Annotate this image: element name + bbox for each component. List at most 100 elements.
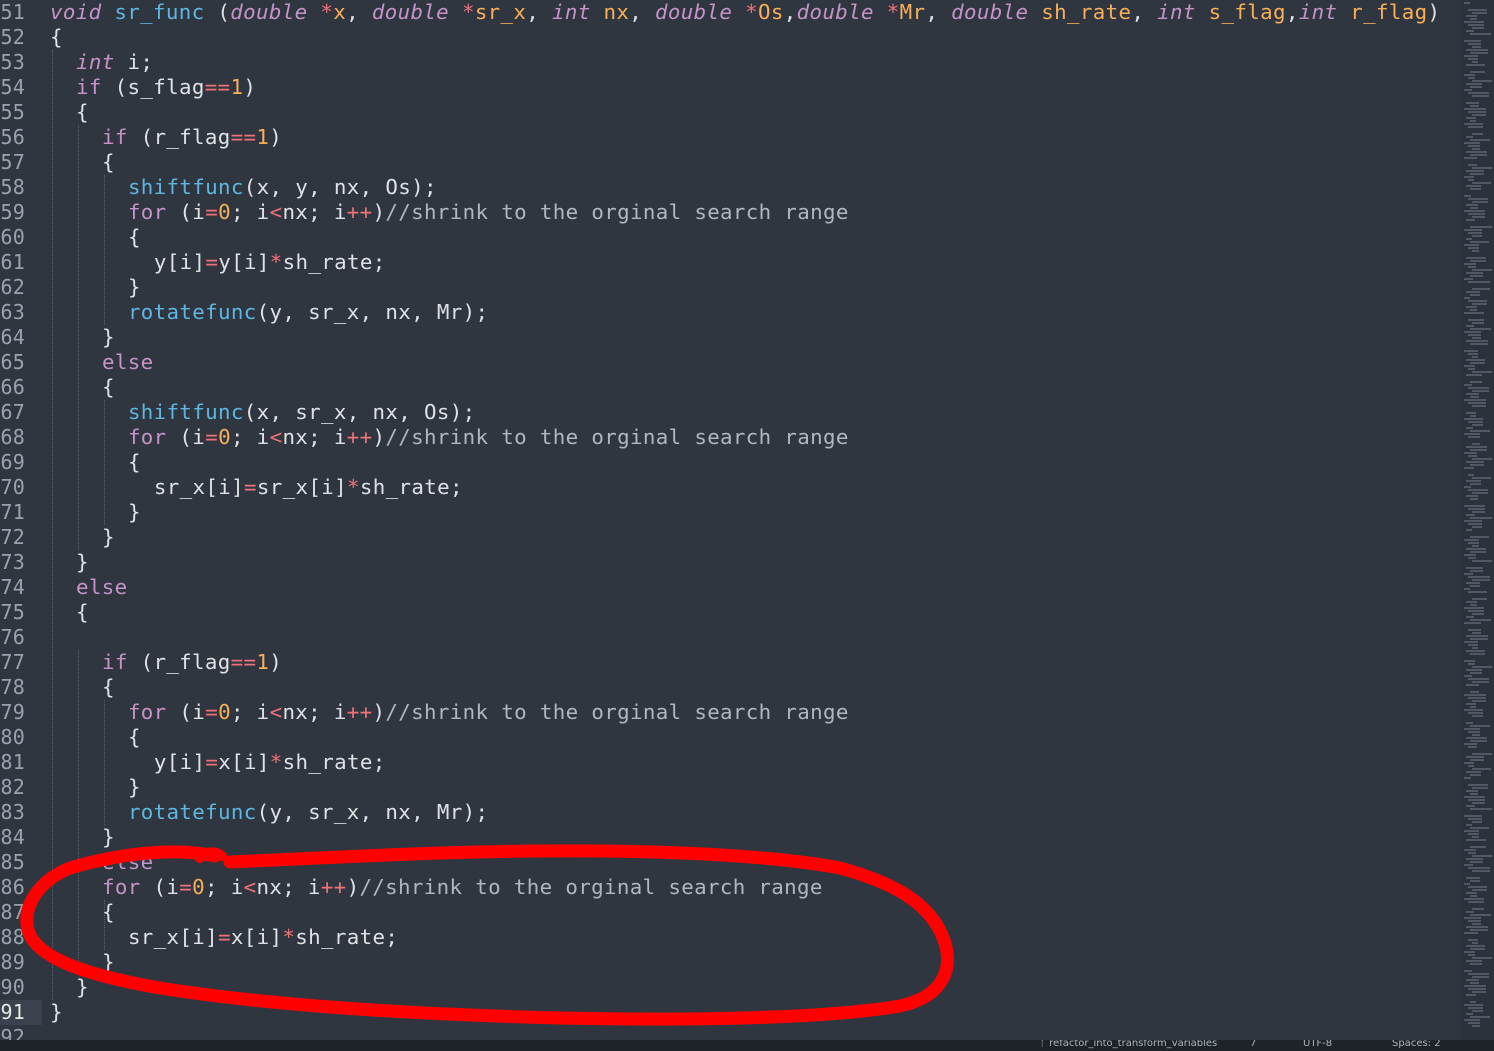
code-line[interactable]: { — [102, 375, 115, 400]
minimap-line — [1472, 753, 1492, 755]
line-number: 77 — [0, 650, 25, 674]
code-token: int — [75, 50, 115, 74]
code-line[interactable]: rotatefunc(y, sr_x, nx, Mr); — [128, 800, 488, 825]
code-line[interactable]: else — [76, 575, 127, 600]
code-token: (s_flag — [101, 75, 205, 99]
code-line[interactable]: } — [128, 500, 141, 525]
code-token: for — [127, 200, 167, 224]
code-line[interactable]: } — [102, 325, 115, 350]
code-token: (i — [166, 425, 206, 449]
code-line[interactable]: if (r_flag==1) — [102, 650, 282, 675]
minimap-line — [1464, 176, 1474, 178]
code-token: sh_rate; — [282, 750, 386, 774]
code-line[interactable]: if (r_flag==1) — [102, 125, 282, 150]
encoding-indicator[interactable]: UTF-8 — [1303, 1040, 1332, 1049]
minimap-line — [1470, 33, 1491, 35]
minimap-line — [1468, 920, 1481, 922]
code-line[interactable]: } — [102, 950, 115, 975]
minimap-line — [1468, 58, 1478, 60]
code-line[interactable]: shiftfunc(x, sr_x, nx, Os); — [128, 400, 476, 425]
code-token: = — [205, 700, 219, 724]
code-line[interactable]: { — [128, 225, 141, 250]
minimap-line — [1466, 582, 1480, 584]
code-token: } — [75, 975, 89, 999]
code-token: int — [1157, 0, 1196, 24]
code-line[interactable]: } — [76, 975, 89, 1000]
minimap-line — [1470, 226, 1492, 228]
minimap-line — [1472, 303, 1487, 305]
git-branch-label[interactable]: ᚴ refactor_into_transform_variables — [1040, 1040, 1217, 1049]
code-line[interactable]: } — [128, 775, 141, 800]
code-line[interactable]: sr_x[i]=x[i]*sh_rate; — [128, 925, 398, 950]
minimap-line — [1464, 539, 1479, 541]
code-token: * — [347, 475, 360, 499]
code-line[interactable]: for (i=0; i<nx; i++)//shrink to the orgi… — [128, 200, 849, 225]
code-token: sr_x[i] — [256, 475, 347, 499]
indentation-indicator[interactable]: Spaces: 2 — [1392, 1040, 1441, 1049]
minimap-line — [1470, 672, 1482, 674]
code-line[interactable]: if (s_flag==1) — [76, 75, 256, 100]
code-line[interactable]: } — [102, 525, 115, 550]
code-line[interactable]: for (i=0; i<nx; i++)//shrink to the orgi… — [128, 700, 849, 725]
minimap-line — [1466, 393, 1479, 395]
minimap-line — [1466, 185, 1481, 187]
line-number: 82 — [0, 775, 25, 799]
minimap-line — [1466, 272, 1483, 274]
line-number: 56 — [0, 125, 25, 149]
minimap-line — [1464, 1019, 1480, 1021]
code-line[interactable]: { — [128, 450, 141, 475]
line-number: 86 — [0, 875, 25, 899]
line-number: 63 — [0, 300, 25, 324]
code-line[interactable]: { — [76, 600, 89, 625]
code-line[interactable]: } — [102, 825, 115, 850]
minimap-line — [1472, 579, 1490, 581]
code-token: { — [75, 600, 89, 624]
code-line[interactable]: { — [102, 675, 115, 700]
code-line[interactable]: { — [76, 100, 89, 125]
minimap-line — [1464, 157, 1477, 159]
code-token: //shrink to the orginal search range — [385, 700, 849, 724]
code-line[interactable]: for (i=0; i<nx; i++)//shrink to the orgi… — [102, 875, 823, 900]
code-line[interactable]: { — [102, 150, 115, 175]
minimap-line — [1466, 446, 1487, 448]
minimap[interactable] — [1462, 0, 1494, 1040]
minimap-line — [1472, 250, 1479, 252]
code-line[interactable]: shiftfunc(x, y, nx, Os); — [128, 175, 437, 200]
code-line[interactable]: rotatefunc(y, sr_x, nx, Mr); — [128, 300, 488, 325]
code-line[interactable]: int i; — [76, 50, 153, 75]
code-editor[interactable]: 51 52 53 54 55 56 57 58 59 60 61 62 63 64 65 66 67 68 69 70… — [0, 0, 1494, 1040]
minimap-line — [1466, 257, 1486, 259]
code-line[interactable]: y[i]=x[i]*sh_rate; — [154, 750, 386, 775]
code-token: * — [461, 0, 475, 24]
minimap-line — [1472, 443, 1480, 445]
minimap-line — [1466, 427, 1473, 429]
minimap-line — [1464, 108, 1486, 110]
code-area[interactable]: void sr_func (double *x, double *sr_x, i… — [50, 0, 1462, 1040]
minimap-line — [1464, 40, 1481, 42]
code-line[interactable]: y[i]=y[i]*sh_rate; — [154, 250, 386, 275]
code-line[interactable]: } — [76, 550, 89, 575]
code-line[interactable]: { — [128, 725, 141, 750]
code-line[interactable]: } — [128, 275, 141, 300]
code-line[interactable]: { — [50, 25, 63, 50]
code-line[interactable]: sr_x[i]=sr_x[i]*sh_rate; — [154, 475, 463, 500]
code-token: == — [230, 650, 257, 674]
minimap-line — [1470, 880, 1480, 882]
minimap-line — [1464, 694, 1486, 696]
code-line[interactable]: } — [50, 1000, 63, 1025]
minimap-line — [1472, 148, 1480, 150]
code-token: (i — [166, 200, 206, 224]
minimap-line — [1472, 787, 1488, 789]
minimap-line — [1472, 768, 1491, 770]
code-line[interactable]: for (i=0; i<nx; i++)//shrink to the orgi… — [128, 425, 849, 450]
code-token: ; i — [230, 425, 270, 449]
minimap-line — [1470, 1001, 1476, 1003]
code-token: rotatefunc — [127, 800, 257, 824]
minimap-line — [1470, 570, 1483, 572]
code-line[interactable]: void sr_func (double *x, double *sr_x, i… — [50, 0, 1440, 25]
code-line[interactable]: else — [102, 350, 153, 375]
code-line[interactable]: else — [102, 850, 153, 875]
